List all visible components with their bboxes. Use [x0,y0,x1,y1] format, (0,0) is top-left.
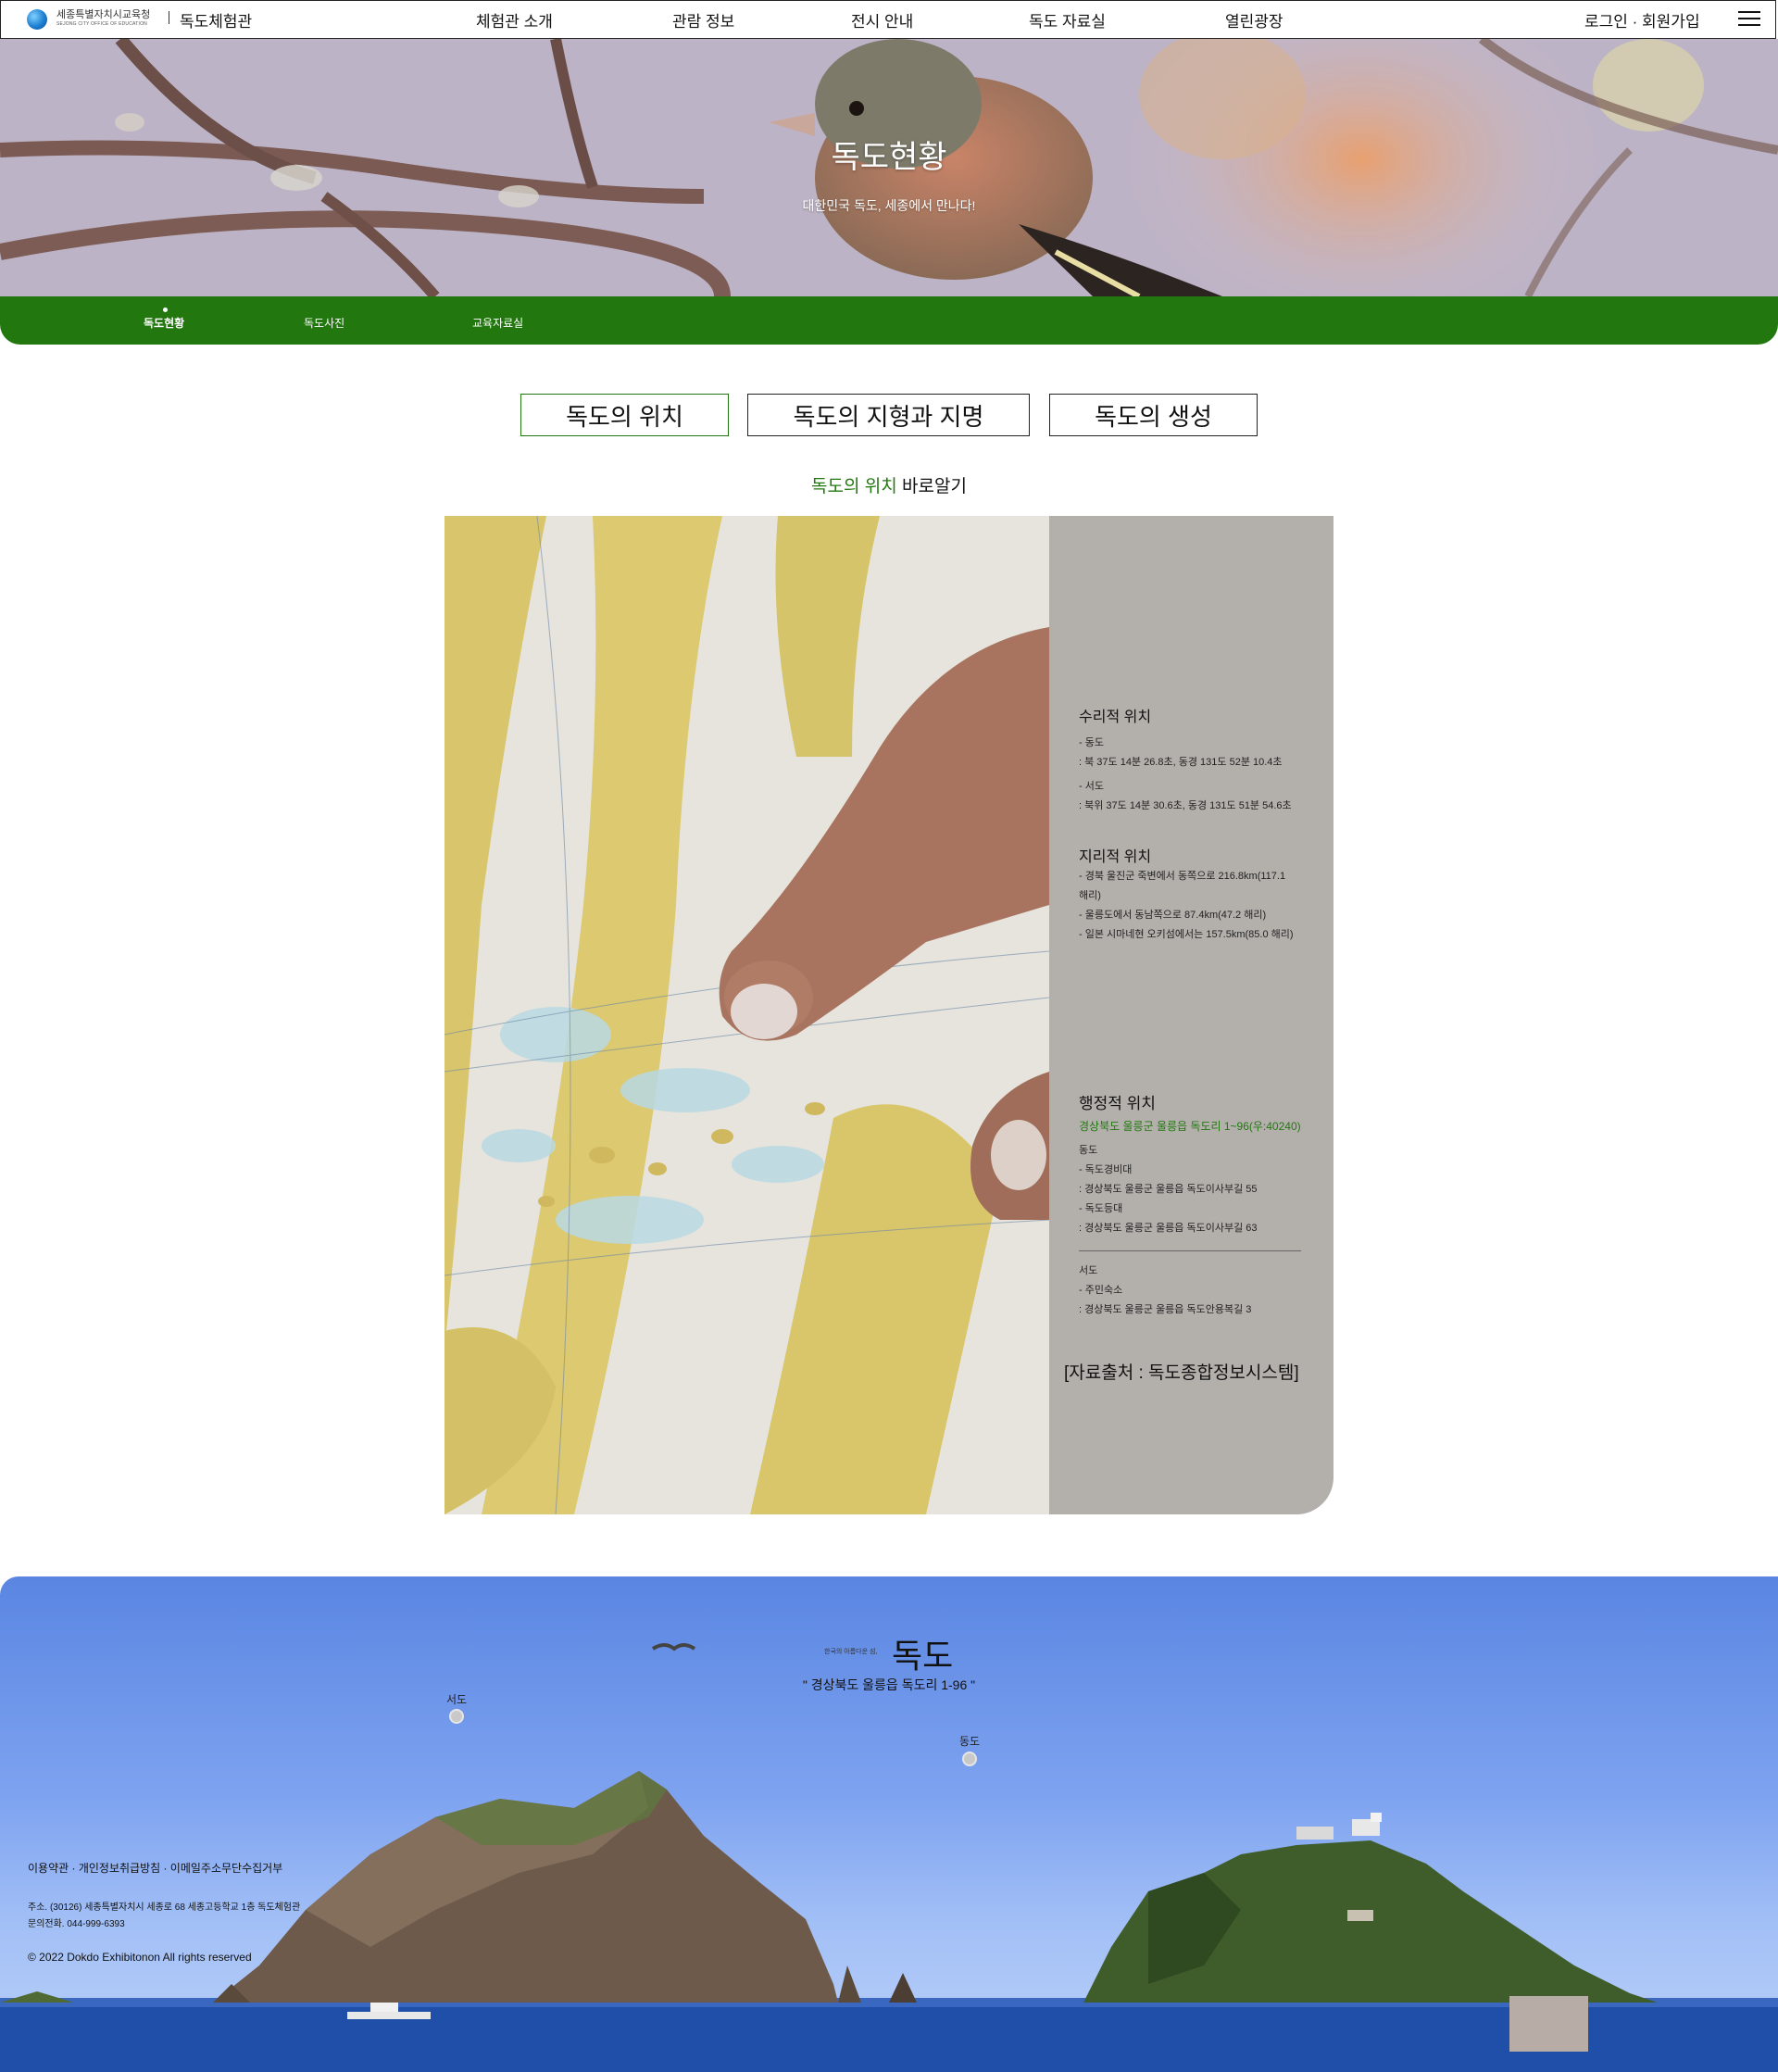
admin-east-line: 동도 [1079,1145,1098,1156]
west-island-coords: : 북위 37도 14분 30.6초, 동경 131도 51분 54.6초 [1079,800,1292,811]
geo-line: - 경북 울진군 죽변에서 동쪽으로 216.8km(117.1 [1079,871,1286,882]
footer-title: 독도 [892,1637,954,1675]
login-signup-link[interactable]: 로그인 · 회원가입 [1584,8,1700,31]
section-heading-rest: 바로알기 [902,477,967,496]
footer-copyright: © 2022 Dokdo Exhibitonon All rights rese… [28,1951,252,1964]
footer-address: 주소. (30126) 세종특별자치시 세종로 68 세종고등학교 1층 독도체… [28,1902,301,1913]
location-panel: 수리적 위치 - 동도 : 북 37도 14분 26.8초, 동경 131도 5… [444,516,1334,1514]
admin-east-line: - 독도등대 [1079,1203,1123,1214]
topic-terrain-button[interactable]: 독도의 지형과 지명 [747,394,1030,436]
data-source: [자료출처 : 독도종합정보시스템] [1064,1363,1299,1383]
topic-location-button[interactable]: 독도의 위치 [520,394,729,436]
admin-address: 경상북도 울릉군 울릉읍 독도리 1~96(우:40240) [1079,1120,1301,1133]
footer-address-quote: " 경상북도 울릉읍 독도리 1-96 " [802,1677,976,1692]
page-subtitle: 대한민국 독도, 세종에서 만나다! [802,198,976,213]
marker-east-dot[interactable] [962,1752,977,1766]
org-name[interactable]: 세종특별자치시교육청 [56,9,150,20]
nav-item-archive[interactable]: 독도 자료실 [1029,8,1106,31]
geo-line: - 울릉도에서 동남쪽으로 87.4km(47.2 해리) [1079,910,1267,921]
hamburger-menu-icon[interactable] [1738,10,1760,27]
east-island-coords: : 북 37도 14분 26.8초, 동경 131도 52분 10.4초 [1079,757,1283,768]
scroll-top-button[interactable] [1509,1996,1588,2052]
hero-banner: 독도현황 대한민국 독도, 세종에서 만나다! [0,39,1778,296]
nav-item-exhibition[interactable]: 전시 안내 [851,8,913,31]
nautical-chart-image [444,516,1049,1514]
info-box: 수리적 위치 - 동도 : 북 37도 14분 26.8초, 동경 131도 5… [1049,516,1334,1514]
nautical-chart-photo [444,516,1049,1514]
sub-navigation: 독도현황 독도사진 교육자료실 [0,296,1778,345]
nav-item-open-plaza[interactable]: 열린광장 [1225,8,1283,31]
footer-eyebrow: 한국의 아름다운 섬, [824,1649,878,1655]
admin-west-line: : 경상북도 울릉군 울릉읍 독도안용복길 3 [1079,1304,1252,1315]
page-title: 독도현황 [831,140,947,175]
topic-formation-button[interactable]: 독도의 생성 [1049,394,1258,436]
nav-item-about[interactable]: 체험관 소개 [476,8,553,31]
subnav-tab-photos[interactable]: 독도사진 [304,315,344,331]
admin-location-title: 행정적 위치 [1079,1095,1156,1112]
nav-item-visit-info[interactable]: 관람 정보 [672,8,734,31]
west-island-label: - 서도 [1079,781,1104,792]
marker-east-label: 동도 [959,1735,981,1748]
sejong-emblem-icon[interactable] [27,9,47,30]
site-header: 세종특별자치시교육청 SEJONG CITY OFFICE OF EDUCATI… [0,0,1776,39]
admin-east-line: : 경상북도 울릉군 울릉읍 독도이사부길 55 [1079,1184,1258,1195]
footer-policy-links[interactable]: 이용약관 · 개인정보취급방침 · 이메일주소무단수집거부 [28,1860,282,1876]
footer-phone: 문의전화. 044-999-6393 [28,1919,125,1929]
admin-west-line: 서도 [1079,1265,1098,1276]
site-name-link[interactable]: 독도체험관 [180,8,252,31]
admin-east-line: - 독도경비대 [1079,1164,1133,1175]
marker-west-dot[interactable] [449,1709,464,1724]
east-island-label: - 동도 [1079,737,1104,748]
org-name-en: SEJONG CITY OFFICE OF EDUCATION [56,21,147,27]
math-location-title: 수리적 위치 [1079,710,1152,725]
admin-west-line: - 주민숙소 [1079,1285,1123,1296]
section-heading: 독도의 위치 바로알기 [0,472,1778,497]
active-tab-dot-icon [163,308,168,312]
info-divider [1079,1250,1301,1251]
geo-line: 해리) [1079,890,1101,901]
geo-line: - 일본 시마네현 오키섬에서는 157.5km(85.0 해리) [1079,929,1294,940]
subnav-tab-edu-materials[interactable]: 교육자료실 [472,315,523,331]
section-heading-accent: 독도의 위치 [811,477,897,496]
geo-location-title: 지리적 위치 [1079,849,1152,865]
subnav-tab-status[interactable]: 독도현황 [144,315,184,331]
admin-east-line: : 경상북도 울릉군 울릉읍 독도이사부길 63 [1079,1223,1258,1234]
marker-west-label: 서도 [446,1693,468,1706]
